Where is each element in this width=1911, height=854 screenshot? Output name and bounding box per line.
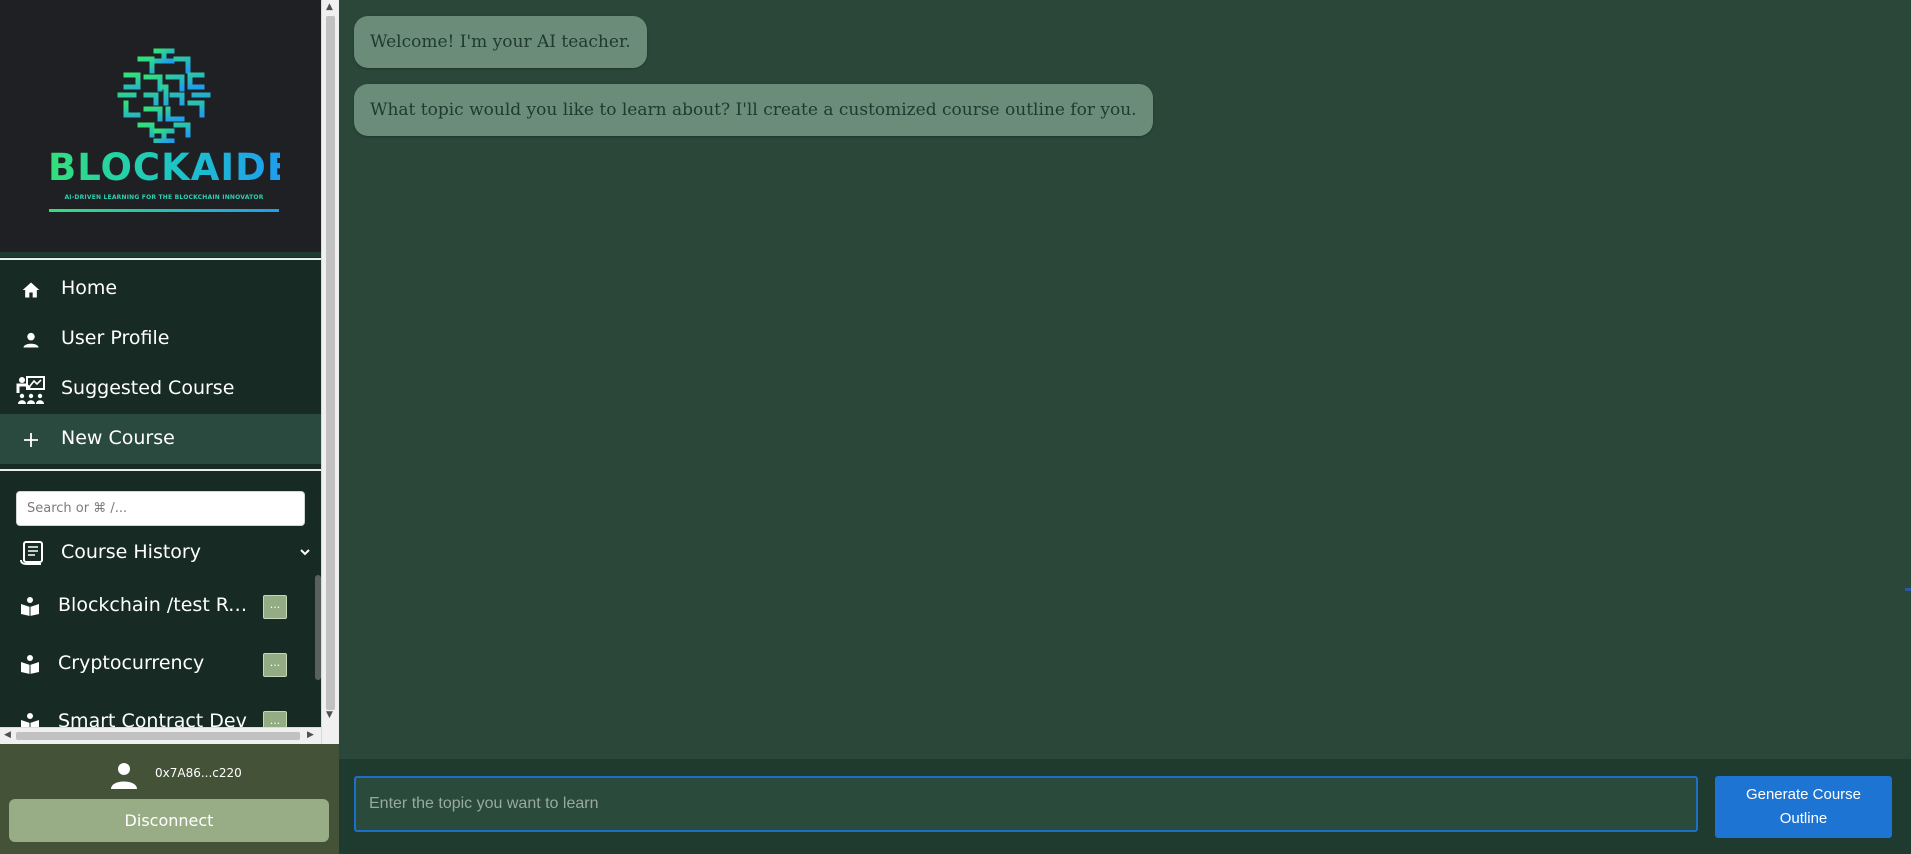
brand-tagline: AI-DRIVEN LEARNING FOR THE BLOCKCHAIN IN… — [64, 194, 264, 201]
sidebar-item-new-course[interactable]: New Course — [0, 414, 321, 464]
course-history-icon — [19, 540, 45, 566]
sidebar-item-suggested-course[interactable]: Suggested Course — [0, 364, 321, 414]
topic-input[interactable] — [354, 776, 1698, 832]
window-edge-marker — [1905, 588, 1911, 591]
history-item-label: Cryptocurrency — [58, 652, 205, 674]
sidebar-item-label: New Course — [61, 427, 175, 449]
button-label-line1: Generate Course — [1745, 786, 1862, 803]
brand-name: BLOCKAIDE — [48, 146, 294, 189]
history-item-label: Blockchain /test Re... — [58, 594, 254, 616]
course-history-title: Course History — [61, 541, 201, 563]
sidebar-item-label: Home — [61, 277, 118, 299]
disconnect-button[interactable]: Disconnect — [9, 799, 329, 842]
divider — [0, 258, 321, 260]
composer: Generate Course Outline — [339, 759, 1911, 854]
chevron-down-icon[interactable] — [299, 546, 313, 560]
more-options-button[interactable]: ... — [263, 653, 287, 677]
user-icon — [20, 329, 42, 351]
wallet-footer: 0x7A86...c220 Disconnect — [0, 744, 339, 854]
chat-message: Welcome! I'm your AI teacher. — [354, 16, 647, 68]
history-item[interactable]: Blockchain /test Re... ... — [0, 579, 315, 634]
history-item[interactable]: Cryptocurrency ... — [0, 637, 315, 692]
logo: BLOCKAIDE AI-DRIVEN LEARNING FOR THE BLO… — [0, 0, 321, 252]
scroll-up-icon[interactable]: ▲ — [326, 2, 333, 12]
wallet-address: 0x7A86...c220 — [155, 766, 242, 780]
sidebar-item-label: Suggested Course — [61, 377, 235, 399]
sidebar: BLOCKAIDE AI-DRIVEN LEARNING FOR THE BLO… — [0, 0, 339, 854]
sidebar-scrollbar[interactable]: ▲ ▼ — [321, 0, 339, 744]
book-reader-icon — [20, 654, 40, 674]
sidebar-item-home[interactable]: Home — [0, 264, 321, 314]
blockaide-logo-icon — [117, 48, 211, 143]
sidebar-scroll-area: BLOCKAIDE AI-DRIVEN LEARNING FOR THE BLO… — [0, 0, 339, 744]
horizontal-scrollbar-thumb[interactable] — [16, 732, 300, 740]
divider — [0, 469, 321, 471]
scroll-left-icon[interactable]: ◀ — [4, 730, 11, 740]
scroll-right-icon[interactable]: ▶ — [307, 730, 314, 740]
horizontal-scrollbar[interactable]: ◀ ▶ — [0, 727, 321, 744]
course-history-toggle[interactable]: Course History — [0, 535, 321, 571]
chat-area: Welcome! I'm your AI teacher. What topic… — [339, 0, 1911, 759]
scroll-down-icon[interactable]: ▼ — [326, 710, 333, 720]
user-icon — [109, 760, 139, 790]
chat-message: What topic would you like to learn about… — [354, 84, 1153, 136]
plus-icon — [20, 429, 42, 451]
sidebar-item-label: User Profile — [61, 327, 170, 349]
generate-course-outline-button[interactable]: Generate Course Outline — [1715, 776, 1892, 838]
sidebar-item-user-profile[interactable]: User Profile — [0, 314, 321, 364]
sidebar-scrollbar-thumb[interactable] — [326, 16, 335, 710]
home-icon — [20, 279, 42, 301]
logo-strip — [0, 252, 321, 257]
button-label-line2: Outline — [1779, 810, 1828, 827]
brand-underline — [49, 209, 279, 212]
more-options-button[interactable]: ... — [263, 595, 287, 619]
search-input[interactable] — [16, 491, 305, 526]
teacher-board-icon — [16, 375, 46, 405]
book-reader-icon — [20, 596, 40, 616]
